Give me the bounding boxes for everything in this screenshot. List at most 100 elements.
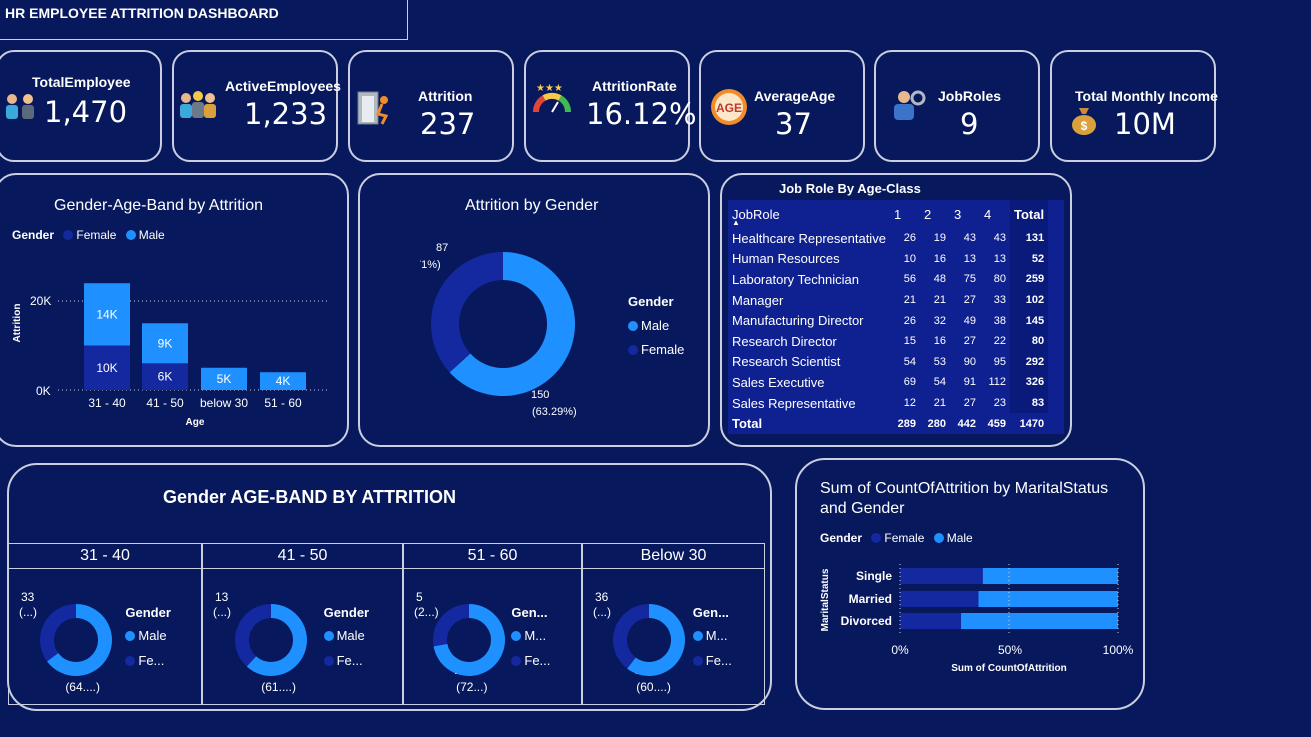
- female-value-label: 5: [416, 590, 423, 604]
- legend-item: Male: [641, 318, 670, 333]
- table-cell: Healthcare Representative: [732, 230, 886, 246]
- kpi-value: 9: [960, 107, 979, 141]
- table-cell: 26: [903, 232, 916, 245]
- table-cell: 27: [963, 397, 976, 410]
- table-cell: Sales Executive: [732, 374, 825, 390]
- legend-title: Gender: [125, 605, 171, 620]
- kpi-total-employee[interactable]: TotalEmployee 1,470: [0, 50, 162, 162]
- kpi-label: Total Monthly Income: [1075, 88, 1218, 104]
- table-cell: 75: [963, 273, 976, 286]
- table-row[interactable]: Healthcare Representative 26 19 43 43 131: [728, 228, 1049, 249]
- kpi-active-employees[interactable]: ActiveEmployees 1,233: [172, 50, 341, 162]
- table-cell: 13: [963, 252, 976, 265]
- legend-item: Fe...: [511, 653, 550, 668]
- kpi-average-age[interactable]: AGE AverageAge 37: [699, 50, 865, 162]
- female-dot-icon: [63, 230, 74, 240]
- x-axis-label: Age: [186, 417, 205, 428]
- kpi-label: AverageAge: [754, 88, 836, 104]
- sort-asc-icon: ▲: [732, 218, 740, 227]
- column-header[interactable]: 2: [920, 200, 950, 228]
- table-cell: 91: [963, 376, 976, 389]
- bar-segment: [900, 613, 962, 629]
- bar-segment: [900, 568, 983, 584]
- table-cell: 80: [993, 273, 1006, 286]
- female-value-label: 87: [436, 242, 448, 254]
- table-cell: 12: [903, 397, 916, 410]
- bar-segment: [961, 613, 1118, 629]
- female-slice: [235, 604, 272, 667]
- y-axis-label: MaritalStatus: [820, 568, 831, 631]
- table-cell: 95: [993, 355, 1006, 368]
- table-cell: 21: [933, 397, 946, 410]
- data-label: 10K: [96, 361, 117, 375]
- table-cell: 49: [963, 314, 976, 327]
- legend-item: M...: [692, 628, 727, 643]
- female-pct-label: (...): [19, 605, 37, 619]
- kpi-attrition[interactable]: Attrition 237: [348, 50, 514, 162]
- bar-segment: [900, 591, 979, 607]
- table-cell: 27: [963, 294, 976, 307]
- y-tick: Married: [849, 592, 892, 606]
- table-row[interactable]: Manufacturing Director 26 32 49 38 145: [728, 310, 1049, 331]
- table-cell: 83: [1010, 392, 1049, 414]
- employees-icon: [6, 94, 34, 119]
- age-band-donut: [235, 604, 308, 676]
- svg-text:★★★: ★★★: [536, 83, 563, 94]
- table-cell: 56: [903, 273, 916, 286]
- female-dot-icon: [323, 656, 334, 666]
- age-band-cell[interactable]: Below 30 36 (...) 55 (60....) Gen... M..…: [582, 543, 765, 705]
- male-dot-icon: [323, 631, 334, 641]
- y-tick: Divorced: [841, 614, 892, 628]
- kpi-attrition-rate[interactable]: ★★★ AttritionRate 16.12%: [524, 50, 697, 162]
- table-cell: 145: [1010, 310, 1049, 331]
- table-row[interactable]: Human Resources 10 16 13 13 52: [728, 248, 1049, 270]
- kpi-value: 1,233: [244, 97, 328, 131]
- age-band-donut: [433, 604, 506, 676]
- table-cell: 33: [993, 294, 1006, 307]
- table-row[interactable]: Research Director 15 16 27 22 80: [728, 330, 1049, 352]
- panel-title: Job Role By Age-Class: [779, 181, 921, 196]
- data-label: 6K: [158, 370, 173, 384]
- kpi-job-roles[interactable]: JobRoles 9: [874, 50, 1040, 162]
- table-cell: 90: [963, 355, 976, 368]
- legend-title: Gen...: [511, 605, 548, 620]
- age-band-cell[interactable]: 51 - 60 5 (2...) 13 (72...) Gen... M... …: [403, 543, 582, 705]
- column-header[interactable]: 1: [890, 200, 920, 228]
- column-header[interactable]: Total: [1010, 200, 1049, 228]
- data-label: 5K: [217, 372, 232, 386]
- legend-item: Male: [138, 228, 165, 242]
- table-row[interactable]: Sales Representative 12 21 27 23 83: [728, 392, 1049, 414]
- table-cell: 52: [1010, 248, 1049, 270]
- table-row[interactable]: Laboratory Technician 56 48 75 80 259: [728, 269, 1049, 290]
- bar-segment: [982, 568, 1118, 584]
- legend-item: Fe...: [323, 653, 363, 668]
- age-band-donut: [40, 604, 113, 676]
- table-cell: 131: [1010, 228, 1049, 249]
- kpi-total-monthly-income[interactable]: $ Total Monthly Income 10M: [1050, 50, 1218, 162]
- female-pct-label: (36.71%): [420, 259, 441, 271]
- female-pct-label: (...): [213, 605, 231, 619]
- female-slice: [431, 252, 503, 373]
- male-pct-label: (61....): [261, 680, 296, 694]
- age-band-cell[interactable]: 41 - 50 13 (...) 21 (61....) Gender Male…: [202, 543, 403, 705]
- age-badge-icon: AGE: [711, 89, 747, 125]
- legend-title: Gender: [628, 294, 674, 309]
- column-header[interactable]: 3: [950, 200, 980, 228]
- column-header[interactable]: 4: [980, 200, 1010, 228]
- male-dot-icon: [692, 631, 703, 641]
- total-cell: 1470: [1019, 417, 1045, 430]
- table-row[interactable]: Manager 21 21 27 33 102: [728, 289, 1049, 311]
- legend-title: Gender: [323, 605, 370, 620]
- column-header[interactable]: JobRole ▲: [728, 200, 890, 228]
- table-cell: Research Director: [732, 333, 837, 349]
- x-tick: 41 - 50: [146, 396, 184, 410]
- table-row[interactable]: Research Scientist 54 53 90 95 292: [728, 351, 1049, 373]
- age-band-cell[interactable]: 31 - 40 33 (...) 61 (64....) Gender Male…: [8, 543, 202, 705]
- male-value-label: 150: [531, 389, 549, 401]
- data-label: 14K: [96, 307, 117, 321]
- total-cell: 289: [897, 417, 916, 430]
- table-cell: 102: [1010, 289, 1049, 311]
- svg-text:AGE: AGE: [716, 101, 742, 115]
- table-row[interactable]: Sales Executive 69 54 91 112 326: [728, 372, 1049, 393]
- donut-legend: Gender Male Female: [628, 290, 684, 362]
